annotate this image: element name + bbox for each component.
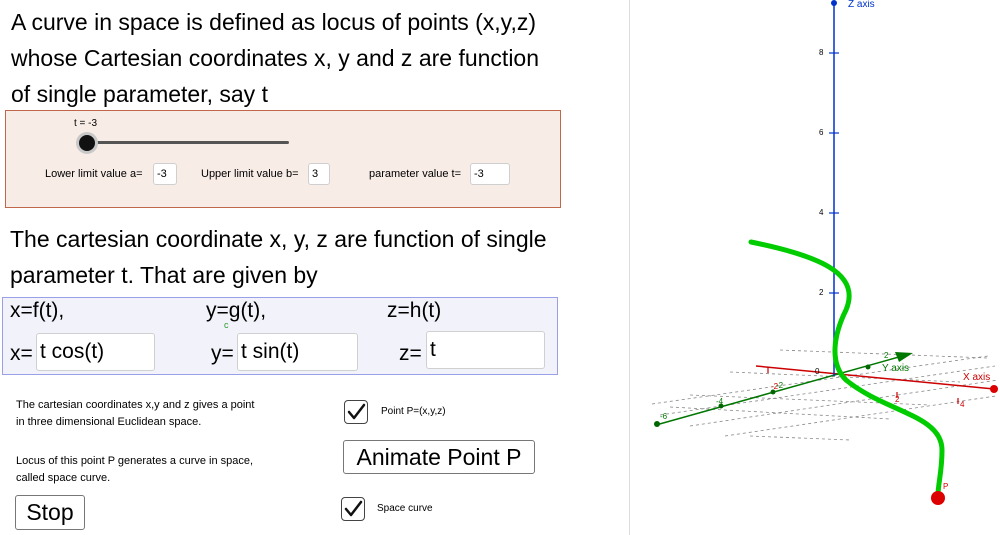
y-prefix: y= [211, 342, 234, 365]
y-neg-tick-label: -6 [660, 412, 668, 421]
point-checkbox[interactable] [344, 400, 368, 424]
hz-label: z=h(t) [387, 299, 442, 322]
upper-limit-input[interactable]: 3 [308, 163, 330, 185]
fx-label: x=f(t), [10, 299, 65, 322]
note-2-line-1: Locus of this point P generates a curve … [16, 455, 254, 467]
animate-point-button[interactable]: Animate Point P [343, 440, 535, 474]
z-function-input[interactable]: t [426, 331, 545, 369]
z-tick-label: 8 [819, 48, 824, 57]
y-neg-tick-label: -4 [716, 397, 724, 406]
slider-label: t = -3 [74, 118, 98, 129]
x-axis-arrow-icon [990, 385, 998, 393]
y-neg-tick-label: -2 [776, 381, 784, 390]
y-tick [770, 389, 776, 395]
upper-limit-label: Upper limit value b= [201, 168, 299, 180]
z-tick-label: 4 [819, 208, 824, 217]
origin-label: 0 [815, 367, 820, 376]
y-axis-end-icon [654, 421, 660, 427]
y-tick-label: 2 [884, 351, 889, 360]
lower-limit-label: Lower limit value a= [45, 168, 143, 180]
graphics-3d-view[interactable]: X axis -2 2 4 Y axis 2 -2 -4 -6 Z axis 8… [630, 0, 1000, 535]
space-curve-checkbox[interactable] [341, 497, 365, 521]
z-tick-label: 6 [819, 128, 824, 137]
lower-limit-input[interactable]: -3 [153, 163, 177, 185]
intro-text: A curve in space is defined as locus of … [11, 4, 611, 112]
gy-label: y=g(t), [206, 299, 267, 322]
y-axis-label: Y axis [882, 363, 909, 374]
x-axis-label: X axis [963, 372, 990, 383]
description-line-1: The cartesian coordinate x, y, z are fun… [10, 226, 547, 252]
x-axis-line [755, 365, 995, 390]
z-axis-label: Z axis [848, 0, 875, 10]
y-function-input[interactable]: t sin(t) [237, 333, 358, 371]
space-curve-label: Space curve [377, 503, 433, 514]
z-tick-label: 2 [819, 288, 824, 297]
note-2: Locus of this point P generates a curve … [16, 453, 253, 487]
parameter-label: parameter value t= [369, 168, 462, 180]
intro-line-1: A curve in space is defined as locus of … [11, 9, 536, 35]
point-checkbox-label: Point P=(x,y,z) [381, 406, 446, 417]
point-p [931, 491, 945, 505]
z-prefix: z= [399, 342, 422, 365]
x-tick-label: 2 [895, 395, 900, 404]
y-axis-arrow-icon [895, 352, 913, 362]
stop-button[interactable]: Stop [15, 495, 85, 530]
point-p-label: P [943, 482, 948, 491]
x-prefix: x= [10, 342, 33, 365]
description-line-2: parameter t. That are given by [10, 262, 318, 288]
x-tick-label: 4 [960, 400, 965, 409]
note-1-line-1: The cartesian coordinates x,y and z give… [16, 399, 255, 411]
z-axis-arrow-icon [831, 0, 837, 6]
intro-line-3: of single parameter, say t [11, 81, 268, 107]
intro-line-2: whose Cartesian coordinates x, y and z a… [11, 45, 540, 71]
subscript-c: c [224, 320, 229, 330]
function-panel: x=f(t), y=g(t), c z=h(t) x= t cos(t) y= … [2, 297, 558, 375]
checkmark-icon [347, 403, 366, 420]
note-1-line-2: in three dimensional Euclidean space. [16, 416, 202, 428]
y-tick [865, 364, 871, 370]
description-text: The cartesian coordinate x, y, z are fun… [10, 221, 610, 293]
grid-plane [651, 349, 999, 441]
checkmark-icon [344, 500, 363, 517]
slider-panel: t = -3 Lower limit value a= -3 Upper lim… [5, 110, 561, 208]
note-1: The cartesian coordinates x,y and z give… [16, 397, 254, 431]
x-function-input[interactable]: t cos(t) [36, 333, 155, 371]
note-2-line-2: called space curve. [16, 472, 111, 484]
slider-knob[interactable] [79, 135, 95, 151]
slider-track[interactable] [86, 141, 289, 144]
parameter-input[interactable]: -3 [470, 163, 510, 185]
